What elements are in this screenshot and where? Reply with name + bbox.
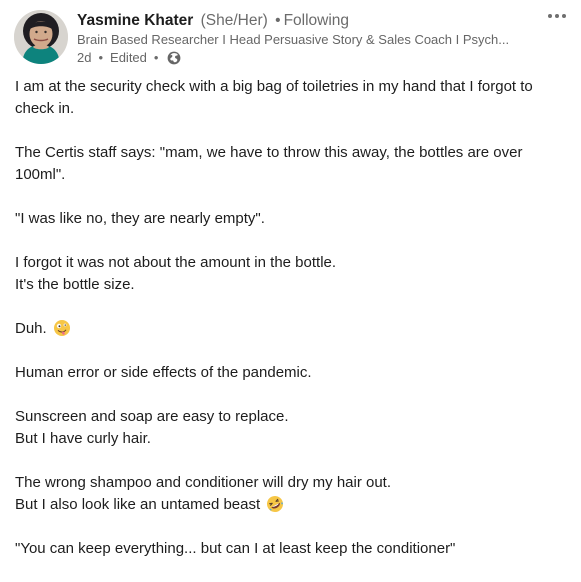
globe-icon [167,51,181,65]
post-text-line: It's the bottle size. [15,276,135,293]
post-timestamp: 2d • Edited • [77,49,519,67]
post-paragraph: "You can keep everything... but can I at… [15,538,575,560]
post-paragraph: The Certis staff says: "mam, we have to … [15,142,575,186]
post-paragraph: Duh. [15,318,575,340]
author-name-line: Yasmine Khater (She/Her) • Following [77,11,519,30]
post-text-line: "I was like no, they are nearly empty". [15,210,265,227]
post-text-line: "You can keep everything... but can I at… [15,540,456,557]
separator-dot: • [153,50,159,65]
post-body: I am at the security check with a big ba… [15,76,575,582]
post-text-line: Human error or side effects of the pande… [15,364,312,381]
more-dot-icon [548,14,552,18]
post-text-line: The Certis staff says: "mam, we have to … [15,144,523,183]
post-text-line: The wrong shampoo and conditioner will d… [15,474,392,491]
post-paragraph: Sunscreen and soap are easy to replace. … [15,406,575,450]
post-text-line: I am at the security check with a big ba… [15,78,533,117]
post-time: 2d [77,50,92,65]
feed-post: Yasmine Khater (She/Her) • Following Brai… [0,0,581,571]
post-paragraph: "I was like no, they are nearly empty". [15,208,575,230]
post-paragraph: I am at the security check with a big ba… [15,76,575,120]
author-meta: Yasmine Khater (She/Her) • Following Brai… [77,11,519,67]
more-dot-icon [555,14,559,18]
post-text-line: I forgot it was not about the amount in … [15,254,337,271]
zany-face-emoji-icon [53,319,71,337]
post-text: Duh. [15,320,47,337]
post-text-line: But I also look like an untamed beast [15,494,575,516]
post-paragraph: The wrong shampoo and conditioner will d… [15,472,575,516]
post-paragraph: I forgot it was not about the amount in … [15,252,575,296]
author-name[interactable]: Yasmine Khater [77,12,193,29]
author-avatar[interactable] [14,10,68,64]
following-status[interactable]: Following [284,12,349,29]
post-text: But I also look like an untamed beast [15,496,261,513]
post-text-line: But I have curly hair. [15,430,151,447]
more-options-icon[interactable] [541,8,573,30]
edited-label: Edited [110,50,147,65]
post-text-line: Duh. [15,318,575,340]
post-text-line: Sunscreen and soap are easy to replace. [15,408,289,425]
separator-dot: • [98,50,104,65]
profile-photo-icon [14,10,68,64]
post-header: Yasmine Khater (She/Her) • Following Brai… [14,8,573,68]
post-paragraph: Human error or side effects of the pande… [15,362,575,384]
rolling-laughing-emoji-icon [266,495,284,513]
author-pronouns: (She/Her) [200,12,268,29]
separator-dot: • [275,12,281,29]
author-headline: Brain Based Researcher I Head Persuasive… [77,32,510,47]
more-dot-icon [562,14,566,18]
